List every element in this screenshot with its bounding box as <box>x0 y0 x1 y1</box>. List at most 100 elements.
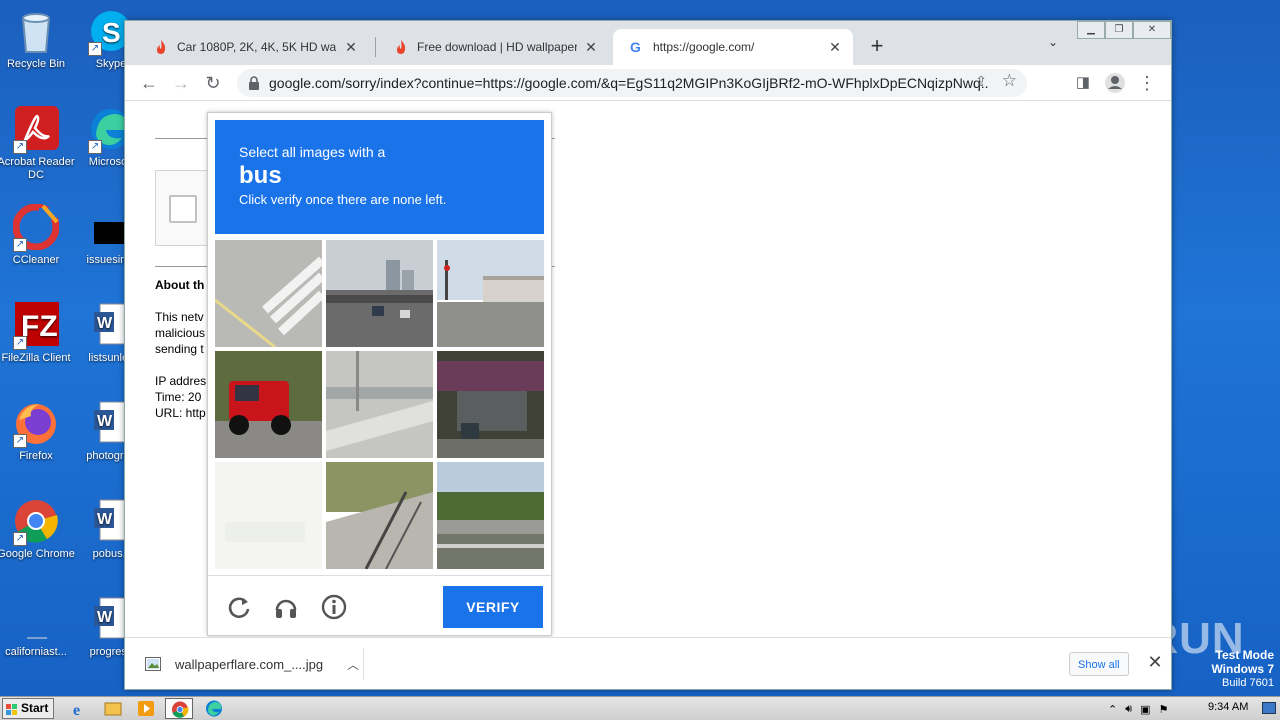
ccleaner-icon: ↗ <box>12 203 60 252</box>
shortcut-arrow-icon: ↗ <box>13 532 27 546</box>
recycle-bin-icon <box>13 8 59 54</box>
captcha-tile[interactable] <box>215 240 322 347</box>
back-arrow-icon[interactable]: ← <box>137 71 161 95</box>
captcha-tile[interactable] <box>326 351 433 458</box>
tab-search-chevron-icon[interactable]: ⌄ <box>1043 35 1063 55</box>
firefox-icon: ↗ <box>13 400 59 448</box>
captcha-image-grid <box>215 240 546 571</box>
firefox-desktop-icon[interactable]: ↗ Firefox <box>0 400 75 463</box>
tab-close-icon[interactable]: ✕ <box>583 39 599 55</box>
captcha-tile[interactable] <box>326 462 433 569</box>
taskbar-clock[interactable]: 9:34 AM <box>1208 701 1248 713</box>
image-file-icon <box>145 657 161 671</box>
tab-google[interactable]: G https://google.com/ ✕ <box>613 29 853 65</box>
tab-free-download[interactable]: Free download | HD wallpaper: black ✕ <box>377 29 609 65</box>
tab-label: https://google.com/ <box>653 40 755 54</box>
captcha-tile[interactable] <box>437 240 544 347</box>
url-line: URL: http <box>155 406 206 420</box>
chrome-desktop-icon[interactable]: ↗ Google Chrome <box>0 498 75 561</box>
action-center-flag-icon[interactable]: ⚑ <box>1159 703 1169 716</box>
tab-close-icon[interactable]: ✕ <box>343 39 359 55</box>
download-file-name: wallpaperflare.com_....jpg <box>175 656 324 672</box>
tab-car-wallpapers[interactable]: Car 1080P, 2K, 4K, 5K HD wallpapers ✕ <box>137 29 369 65</box>
info-icon[interactable] <box>321 594 347 620</box>
desktop-icon-label: Recycle Bin <box>6 58 66 70</box>
menu-kebab-icon[interactable]: ⋮ <box>1135 71 1159 95</box>
chevron-up-icon[interactable]: ︿ <box>347 656 359 673</box>
system-tray: ⌃ 🔊︎ ▣ ⚑ <box>1108 697 1168 720</box>
volume-icon[interactable]: 🔊︎ <box>1125 703 1132 716</box>
captcha-tile[interactable] <box>215 462 322 569</box>
desktop-icon-label: Google Chrome <box>0 548 75 560</box>
recycle-bin-desktop-icon[interactable]: Recycle Bin <box>0 8 75 71</box>
captcha-tile[interactable] <box>437 462 544 569</box>
shortcut-arrow-icon: ↗ <box>13 238 27 252</box>
captcha-instruction: Select all images with a <box>239 144 386 160</box>
reload-challenge-icon[interactable] <box>226 594 252 620</box>
taskbar-edge-icon[interactable] <box>200 698 228 719</box>
filezilla-desktop-icon[interactable]: FZ ↗ FileZilla Client <box>0 302 75 365</box>
start-button[interactable]: Start <box>2 698 54 719</box>
svg-text:W: W <box>97 609 113 626</box>
taskbar-ie-icon[interactable]: e <box>66 698 94 719</box>
blank-file-icon <box>13 596 59 642</box>
captcha-tile[interactable] <box>215 351 322 458</box>
filezilla-icon: FZ ↗ <box>13 302 59 350</box>
californiast-desktop-icon[interactable]: californiast... <box>0 596 75 659</box>
flame-favicon-icon <box>393 39 409 55</box>
show-all-downloads-button[interactable]: Show all <box>1069 652 1129 676</box>
shortcut-arrow-icon: ↗ <box>13 336 27 350</box>
recaptcha-checkbox[interactable] <box>169 195 197 223</box>
captcha-tile[interactable] <box>437 351 544 458</box>
verify-button[interactable]: VERIFY <box>443 586 543 628</box>
page-paragraph-line: malicious <box>155 326 206 340</box>
acrobat-desktop-icon[interactable]: ↗ Acrobat Reader DC <box>0 106 75 182</box>
ip-address-line: IP addres <box>155 374 207 388</box>
svg-text:e: e <box>73 702 80 719</box>
taskbar-chrome-icon[interactable] <box>165 698 193 719</box>
start-label: Start <box>21 701 49 715</box>
bookmark-star-icon[interactable]: ☆ <box>1002 71 1017 91</box>
network-icon[interactable]: ▣ <box>1140 703 1150 716</box>
desktop-icon-label: Firefox <box>19 450 53 462</box>
taskbar: Start e ⌃ 🔊︎ ▣ ⚑ 9:34 AM <box>0 696 1280 720</box>
close-download-bar-icon[interactable]: ✕ <box>1145 652 1165 672</box>
windows-logo-icon <box>6 703 18 715</box>
acrobat-icon: ↗ <box>13 106 59 154</box>
restore-button[interactable]: ❐ <box>1105 21 1133 39</box>
desktop-icon-label: Acrobat Reader DC <box>0 156 75 181</box>
recaptcha-widget <box>155 170 215 246</box>
captcha-tile[interactable] <box>326 240 433 347</box>
ccleaner-desktop-icon[interactable]: ↗ CCleaner <box>0 203 75 267</box>
taskbar-media-player-icon[interactable] <box>132 698 160 719</box>
address-bar[interactable]: google.com/sorry/index?continue=https://… <box>237 69 1027 97</box>
captcha-hint: Click verify once there are none left. <box>239 192 447 207</box>
download-item[interactable]: wallpaperflare.com_....jpg ︿ <box>145 648 359 680</box>
new-tab-button[interactable]: + <box>865 35 889 59</box>
share-icon[interactable]: ⇪ <box>975 73 987 90</box>
shortcut-arrow-icon: ↗ <box>88 42 102 56</box>
side-panel-icon[interactable]: ◨ <box>1071 71 1095 95</box>
captcha-target: bus <box>239 162 282 189</box>
audio-challenge-headphones-icon[interactable] <box>273 594 299 620</box>
browser-toolbar: ← → ↻ google.com/sorry/index?continue=ht… <box>125 65 1171 101</box>
time-line: Time: 20 <box>155 390 202 404</box>
tab-close-icon[interactable]: ✕ <box>827 39 843 55</box>
close-window-button[interactable]: ✕ <box>1133 21 1171 39</box>
windows-version-label: Windows 7 <box>1211 662 1274 676</box>
profile-avatar-icon[interactable] <box>1103 71 1127 95</box>
tab-strip: Car 1080P, 2K, 4K, 5K HD wallpapers ✕ Fr… <box>125 21 1171 65</box>
chrome-icon: ↗ <box>13 498 59 546</box>
forward-arrow-icon[interactable]: → <box>169 71 193 95</box>
taskbar-explorer-icon[interactable] <box>99 698 127 719</box>
desktop-icon-label: CCleaner <box>12 254 60 266</box>
captcha-footer: VERIFY <box>208 575 551 637</box>
download-bar: wallpaperflare.com_....jpg ︿ Show all ✕ <box>125 637 1171 689</box>
show-hidden-icons-chevron-icon[interactable]: ⌃ <box>1108 703 1117 716</box>
show-desktop-button[interactable] <box>1262 702 1276 714</box>
lock-icon <box>247 75 261 91</box>
svg-text:G: G <box>630 39 641 55</box>
minimize-button[interactable]: ▁ <box>1077 21 1105 39</box>
download-separator <box>363 648 364 680</box>
reload-icon[interactable]: ↻ <box>201 71 225 95</box>
